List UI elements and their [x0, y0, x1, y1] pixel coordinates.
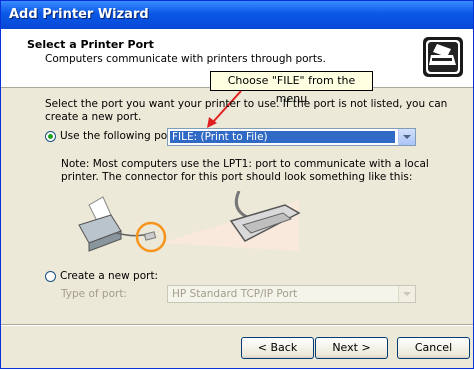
back-button[interactable]: < Back — [241, 337, 314, 359]
port-type-label: Type of port: — [61, 288, 127, 300]
port-select[interactable]: FILE: (Print to File) — [167, 128, 416, 146]
next-button[interactable]: Next > — [315, 337, 388, 359]
callout-arrow — [207, 90, 242, 128]
port-instructions: Select the port you want your printer to… — [45, 98, 448, 123]
cancel-button[interactable]: Cancel — [397, 337, 470, 359]
new-port-label[interactable]: Create a new port: — [60, 270, 158, 282]
port-type-select[interactable]: HP Standard TCP/IP Port — [167, 285, 416, 303]
connector-illustration — [78, 191, 301, 253]
chevron-down-icon[interactable] — [398, 286, 415, 302]
new-port-radio[interactable] — [45, 271, 56, 282]
wizard-window: Add Printer Wizard Select a Printer Port… — [0, 0, 474, 369]
use-port-radio[interactable] — [45, 131, 56, 142]
chevron-down-icon[interactable] — [398, 129, 415, 145]
lpt1-note: Note: Most computers use the LPT1: port … — [61, 158, 429, 183]
use-port-label[interactable]: Use the following port: — [60, 130, 179, 142]
button-separator — [1, 324, 473, 326]
port-type-value: HP Standard TCP/IP Port — [172, 288, 298, 300]
port-select-value: FILE: (Print to File) — [170, 131, 395, 143]
